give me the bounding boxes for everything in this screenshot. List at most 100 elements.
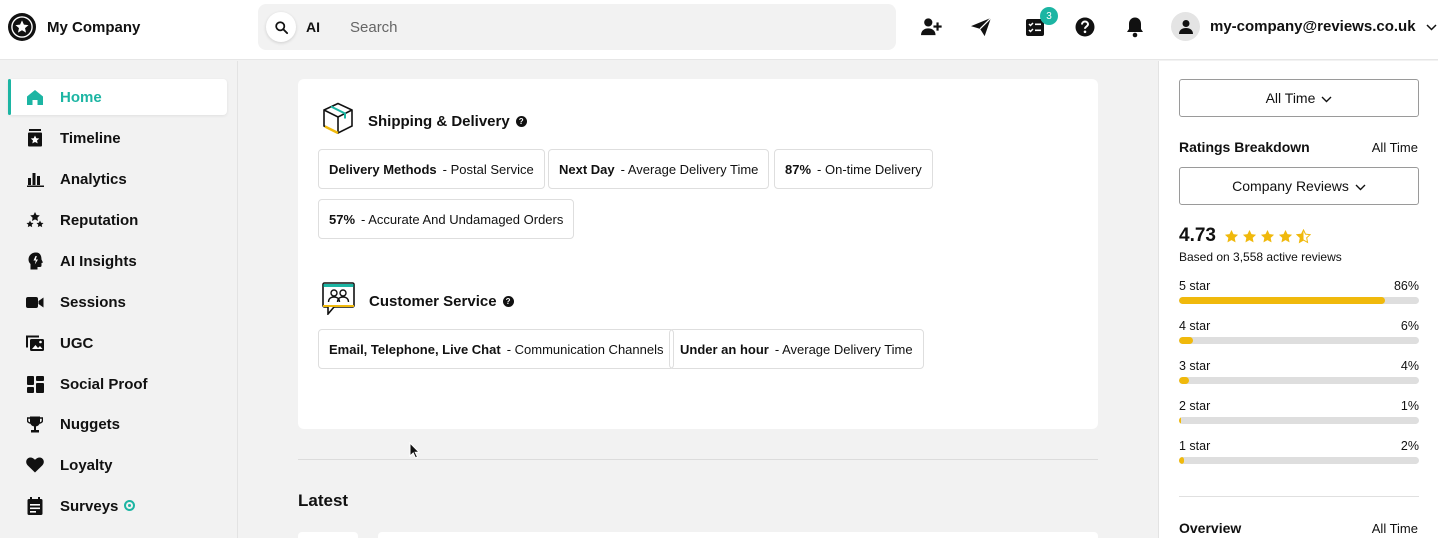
- help-icon[interactable]: ?: [502, 296, 514, 308]
- star-rating: [1224, 228, 1311, 244]
- sidebar-item-label: Sessions: [60, 293, 126, 311]
- sidebar-item-label: Social Proof: [60, 375, 148, 393]
- chip-value: Email, Telephone, Live Chat: [329, 341, 501, 357]
- chevron-down-icon: [1321, 90, 1332, 106]
- sidebar-item-label: Timeline: [60, 129, 121, 147]
- sidebar-item-home[interactable]: Home: [8, 79, 227, 115]
- rating-row: 2 star 1%: [1179, 399, 1419, 429]
- image-gallery-icon: [26, 334, 44, 352]
- help-icon[interactable]: [1072, 14, 1098, 40]
- sidebar-item-label: Nuggets: [60, 415, 120, 433]
- ai-brain-icon: [26, 252, 44, 270]
- heart-icon: [26, 456, 44, 474]
- user-email: my-company@reviews.co.uk: [1210, 18, 1416, 35]
- sidebar-item-social-proof[interactable]: Social Proof: [8, 366, 227, 402]
- sidebar-item-analytics[interactable]: Analytics: [8, 161, 227, 197]
- send-icon[interactable]: [968, 14, 994, 40]
- sidebar: Home Timeline Analytics Reputation AI In…: [0, 61, 238, 538]
- attribute-chip: Next Day - Average Delivery Time: [548, 149, 770, 189]
- rating-percent: 86%: [1393, 279, 1419, 293]
- attributes-card: Shipping & Delivery? Delivery Methods - P…: [298, 79, 1098, 429]
- rating-bar: [1179, 337, 1419, 344]
- overview-title: Overview: [1179, 520, 1242, 536]
- chevron-down-icon: [1426, 18, 1437, 36]
- sidebar-item-label: AI Insights: [60, 252, 137, 270]
- support-chat-icon: [322, 282, 355, 320]
- section-title: Customer Service?: [369, 293, 514, 310]
- stars-icon: [26, 211, 44, 229]
- attribute-chip: 87% - On-time Delivery: [774, 149, 933, 189]
- search-icon[interactable]: [266, 12, 296, 42]
- sidebar-item-label: Reputation: [60, 211, 139, 229]
- latest-title: Latest: [298, 491, 349, 510]
- rating-label: 5 star: [1179, 279, 1211, 293]
- section-title: Shipping & Delivery?: [368, 113, 527, 130]
- chevron-down-icon: [1355, 178, 1366, 194]
- sidebar-item-timeline[interactable]: Timeline: [8, 120, 227, 156]
- rating-percent: 6%: [1400, 319, 1419, 333]
- rating-bar: [1179, 377, 1419, 384]
- chip-label: - Average Delivery Time: [774, 341, 913, 357]
- rating-score: 4.73: [1179, 225, 1216, 246]
- chip-label: - On-time Delivery: [817, 161, 922, 177]
- chip-value: 87%: [785, 161, 812, 177]
- half-star-icon: [1295, 228, 1311, 243]
- trophy-icon: [26, 415, 44, 433]
- sidebar-item-loyalty[interactable]: Loyalty: [8, 447, 227, 483]
- sidebar-item-label: Analytics: [60, 170, 127, 188]
- latest-item[interactable]: [378, 532, 1098, 538]
- sidebar-item-sessions[interactable]: Sessions: [8, 284, 227, 320]
- mouse-cursor-icon: [409, 441, 421, 464]
- package-icon: [322, 102, 354, 140]
- search-input[interactable]: [350, 18, 850, 36]
- ratings-panel: All Time Ratings Breakdown All Time Comp…: [1158, 61, 1438, 538]
- clipboard-icon: [26, 497, 44, 515]
- user-menu[interactable]: my-company@reviews.co.uk: [1171, 12, 1437, 41]
- star-icon: [1242, 229, 1257, 242]
- sidebar-item-label: Loyalty: [60, 456, 113, 474]
- search-bar: AI: [258, 4, 896, 50]
- rating-bar-fill: [1179, 457, 1184, 464]
- panel-divider: [1179, 496, 1419, 497]
- average-rating: 4.73: [1179, 225, 1311, 247]
- brand[interactable]: My Company: [8, 12, 140, 42]
- sidebar-item-label: Home: [60, 88, 102, 106]
- time-filter-dropdown[interactable]: All Time: [1179, 79, 1419, 117]
- chip-label: - Postal Service: [442, 161, 534, 177]
- time-filter-value: All Time: [1265, 90, 1316, 106]
- sidebar-item-reputation[interactable]: Reputation: [8, 202, 227, 238]
- rating-row: 1 star 2%: [1179, 439, 1419, 469]
- rating-row: 3 star 4%: [1179, 359, 1419, 389]
- rating-bar-fill: [1179, 297, 1386, 304]
- sidebar-item-nuggets[interactable]: Nuggets: [8, 406, 227, 442]
- star-icon: [1260, 229, 1275, 242]
- chip-label: - Average Delivery Time: [620, 161, 759, 177]
- chip-value: Next Day: [559, 161, 615, 177]
- rating-bar-fill: [1179, 377, 1189, 384]
- rating-percent: 2%: [1400, 439, 1419, 453]
- rating-label: 3 star: [1179, 359, 1211, 373]
- customer-service-title: Customer Service: [369, 292, 497, 310]
- tasks-badge: 3: [1040, 7, 1058, 25]
- sidebar-item-ai-insights[interactable]: AI Insights: [8, 243, 227, 279]
- avatar: [1171, 12, 1200, 41]
- rating-bar: [1179, 457, 1419, 464]
- latest-item[interactable]: [298, 532, 358, 538]
- chip-value: Delivery Methods: [329, 161, 437, 177]
- sidebar-item-surveys[interactable]: Surveys: [8, 488, 227, 524]
- rating-bar-fill: [1179, 337, 1194, 344]
- rating-label: 4 star: [1179, 319, 1211, 333]
- bar-chart-icon: [26, 170, 44, 188]
- video-camera-icon: [26, 293, 44, 311]
- ai-toggle[interactable]: AI: [306, 19, 320, 35]
- add-user-icon[interactable]: [918, 14, 944, 40]
- star-icon: [1224, 229, 1239, 242]
- bell-icon[interactable]: [1122, 14, 1148, 40]
- reviews-type-dropdown[interactable]: Company Reviews: [1179, 167, 1419, 205]
- rating-bar: [1179, 297, 1419, 304]
- reviews-count: Based on 3,558 active reviews: [1179, 250, 1342, 264]
- reviews-type-value: Company Reviews: [1232, 178, 1349, 194]
- help-icon[interactable]: ?: [515, 116, 527, 128]
- rating-row: 4 star 6%: [1179, 319, 1419, 349]
- sidebar-item-ugc[interactable]: UGC: [8, 325, 227, 361]
